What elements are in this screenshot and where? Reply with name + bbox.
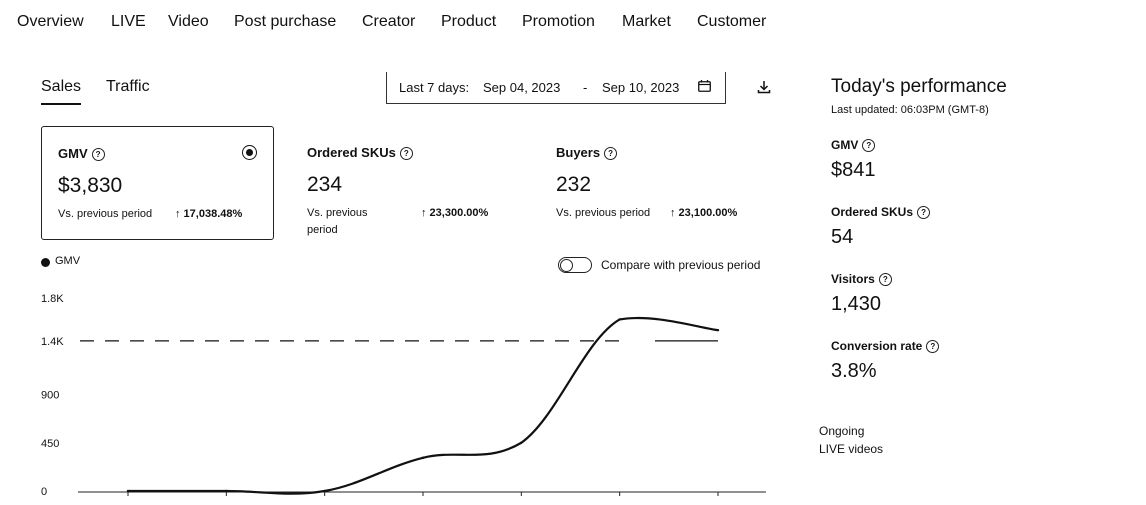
date-range-separator: -: [583, 80, 588, 95]
ongoing-live-videos[interactable]: Ongoing LIVE videos: [819, 422, 883, 458]
y-tick-label: 900: [41, 390, 59, 402]
data-point-gmv: [421, 456, 425, 459]
nav-video[interactable]: Video: [168, 13, 209, 31]
y-tick-label: 1.4K: [41, 336, 64, 348]
metric-compare-label: Vs. previous period: [307, 207, 368, 236]
today-visitors-label: Visitors?: [831, 272, 892, 286]
help-icon[interactable]: ?: [917, 206, 931, 219]
legend-marker-gmv: [41, 258, 50, 267]
metric-card-ordered-skus[interactable]: Ordered SKUs? 234 Vs. previous period ↑ …: [291, 126, 521, 240]
top-nav: Overview LIVE Video Post purchase Creato…: [0, 0, 1146, 44]
help-icon[interactable]: ?: [878, 273, 892, 286]
metric-delta-gmv: ↑ 17,038.48%: [175, 208, 243, 220]
data-point-gmv: [618, 318, 621, 321]
data-point-gmv: [225, 489, 228, 493]
date-range-start: Sep 04, 2023: [483, 80, 561, 95]
metric-title-ordered-skus: Ordered SKUs?: [307, 145, 413, 160]
metric-title-buyers: Buyers?: [556, 145, 618, 160]
metric-value-buyers: 232: [556, 173, 592, 196]
today-gmv-value: $841: [831, 159, 876, 181]
metric-radio-selected[interactable]: [242, 145, 257, 160]
help-icon[interactable]: ?: [91, 148, 105, 161]
compare-toggle[interactable]: [558, 257, 592, 273]
ongoing-label: Ongoing: [819, 424, 865, 438]
help-icon[interactable]: ?: [862, 139, 876, 152]
data-point-gmv: [323, 489, 326, 493]
today-conversion-rate-value: 3.8%: [831, 360, 877, 382]
help-icon[interactable]: ?: [604, 147, 618, 160]
metric-card-gmv[interactable]: GMV? $3,830 Vs. previous period ↑ 17,038…: [41, 126, 274, 240]
last-updated-text: Last updated: 06:03PM (GMT-8): [831, 104, 989, 116]
metric-card-buyers[interactable]: Buyers? 232 Vs. previous period ↑ 23,100…: [540, 126, 770, 240]
nav-promotion[interactable]: Promotion: [522, 13, 595, 31]
date-range-prefix: Last 7 days:: [399, 80, 470, 95]
data-point-gmv: [716, 328, 720, 332]
tab-sales[interactable]: Sales: [41, 78, 81, 96]
help-icon[interactable]: ?: [926, 340, 940, 353]
metric-value-gmv: $3,830: [58, 174, 123, 197]
compare-toggle-label: Compare with previous period: [601, 258, 761, 272]
nav-product[interactable]: Product: [441, 13, 496, 31]
metric-compare-label: Vs. previous period: [58, 208, 153, 220]
nav-creator[interactable]: Creator: [362, 13, 415, 31]
live-videos-label: LIVE videos: [819, 442, 884, 456]
today-performance-title: Today's performance: [831, 76, 1007, 97]
nav-customer[interactable]: Customer: [697, 13, 766, 31]
y-tick-label: 0: [41, 486, 47, 498]
gmv-line-chart: 0 450 900 1.4K 1.8K: [41, 293, 766, 498]
nav-market[interactable]: Market: [622, 13, 671, 31]
metric-compare-label: Vs. previous period: [556, 207, 651, 219]
date-range-end: Sep 10, 2023: [602, 80, 680, 95]
date-range-picker[interactable]: Last 7 days: Sep 04, 2023 - Sep 10, 2023: [386, 72, 726, 104]
today-ordered-skus-value: 54: [831, 226, 854, 248]
tab-traffic[interactable]: Traffic: [106, 78, 150, 96]
calendar-icon[interactable]: [698, 80, 711, 92]
data-point-gmv: [126, 489, 130, 493]
data-point-gmv: [520, 441, 523, 444]
today-visitors-value: 1,430: [831, 293, 882, 315]
download-icon[interactable]: [756, 79, 772, 95]
legend-label-gmv: GMV: [55, 255, 81, 267]
metric-delta-buyers: ↑ 23,100.00%: [670, 207, 738, 219]
nav-live[interactable]: LIVE: [111, 13, 146, 31]
today-conversion-rate-label: Conversion rate?: [831, 339, 940, 353]
nav-overview[interactable]: Overview: [17, 13, 84, 31]
series-line-gmv: [127, 316, 719, 495]
y-tick-label: 1.8K: [41, 293, 64, 305]
metric-value-ordered-skus: 234: [307, 173, 343, 196]
active-tab-indicator: [41, 103, 81, 105]
y-tick-label: 450: [41, 438, 59, 450]
nav-post-purchase[interactable]: Post purchase: [234, 13, 336, 31]
metric-title-gmv: GMV?: [58, 146, 105, 161]
metric-delta-ordered-skus: ↑ 23,300.00%: [421, 207, 489, 219]
today-gmv-label: GMV?: [831, 138, 876, 152]
help-icon[interactable]: ?: [399, 147, 413, 160]
today-ordered-skus-label: Ordered SKUs?: [831, 205, 931, 219]
